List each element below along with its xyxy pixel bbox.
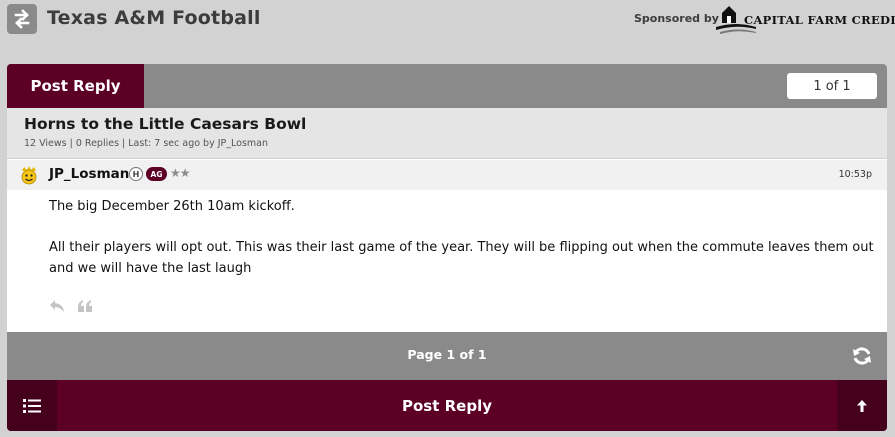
post-body-line-1: The big December 26th 10am kickoff. bbox=[49, 199, 295, 214]
thread-meta: 12 Views | 0 Replies | Last: 7 sec ago b… bbox=[24, 138, 268, 149]
bottom-bar: Post Reply bbox=[7, 380, 887, 431]
quote-icon[interactable] bbox=[77, 299, 93, 313]
rating-stars: ★★ bbox=[170, 166, 190, 180]
post-reply-button-top[interactable]: Post Reply bbox=[7, 64, 144, 108]
sponsor-name: CAPITAL FARM CREDIT bbox=[744, 13, 895, 27]
avatar[interactable] bbox=[19, 165, 39, 185]
board-list-button[interactable] bbox=[7, 380, 57, 431]
post-reply-button-bottom[interactable]: Post Reply bbox=[57, 380, 837, 431]
ag-badge: AG bbox=[146, 167, 167, 181]
board-title[interactable]: Texas A&M Football bbox=[47, 7, 261, 29]
thread-header-bar: Post Reply 1 of 1 bbox=[7, 64, 887, 108]
post-username[interactable]: JP_Losman bbox=[49, 166, 129, 182]
page-selector[interactable]: 1 of 1 bbox=[787, 73, 877, 99]
thread-panel: Post Reply 1 of 1 Horns to the Little Ca… bbox=[7, 64, 887, 431]
post-body-line-2: All their players will opt out. This was… bbox=[49, 240, 874, 276]
swap-arrows-button[interactable] bbox=[7, 4, 37, 34]
sponsor-logo[interactable]: CAPITAL FARM CREDIT bbox=[716, 3, 895, 35]
thread-title-block: Horns to the Little Caesars Bowl 12 View… bbox=[7, 108, 887, 159]
refresh-icon[interactable] bbox=[851, 345, 873, 367]
scroll-top-button[interactable] bbox=[837, 380, 887, 431]
post-actions bbox=[49, 299, 93, 315]
pager-label[interactable]: Page 1 of 1 bbox=[7, 347, 887, 362]
honorary-badge: H bbox=[129, 167, 143, 181]
post-time: 10:53p bbox=[838, 169, 872, 180]
arrow-up-icon bbox=[857, 399, 867, 412]
top-bar: Texas A&M Football Sponsored by CAPITAL … bbox=[0, 0, 895, 40]
post-header: JP_Losman H AG ★★ 10:53p bbox=[7, 160, 887, 190]
reply-icon[interactable] bbox=[49, 299, 65, 313]
post-body: The big December 26th 10am kickoff. All … bbox=[49, 196, 875, 299]
sponsor-label: Sponsored by bbox=[634, 12, 719, 25]
swap-arrows-icon bbox=[14, 9, 30, 29]
thread-title: Horns to the Little Caesars Bowl bbox=[24, 115, 307, 133]
pager-bar: Page 1 of 1 bbox=[7, 332, 887, 380]
list-icon bbox=[23, 398, 41, 413]
